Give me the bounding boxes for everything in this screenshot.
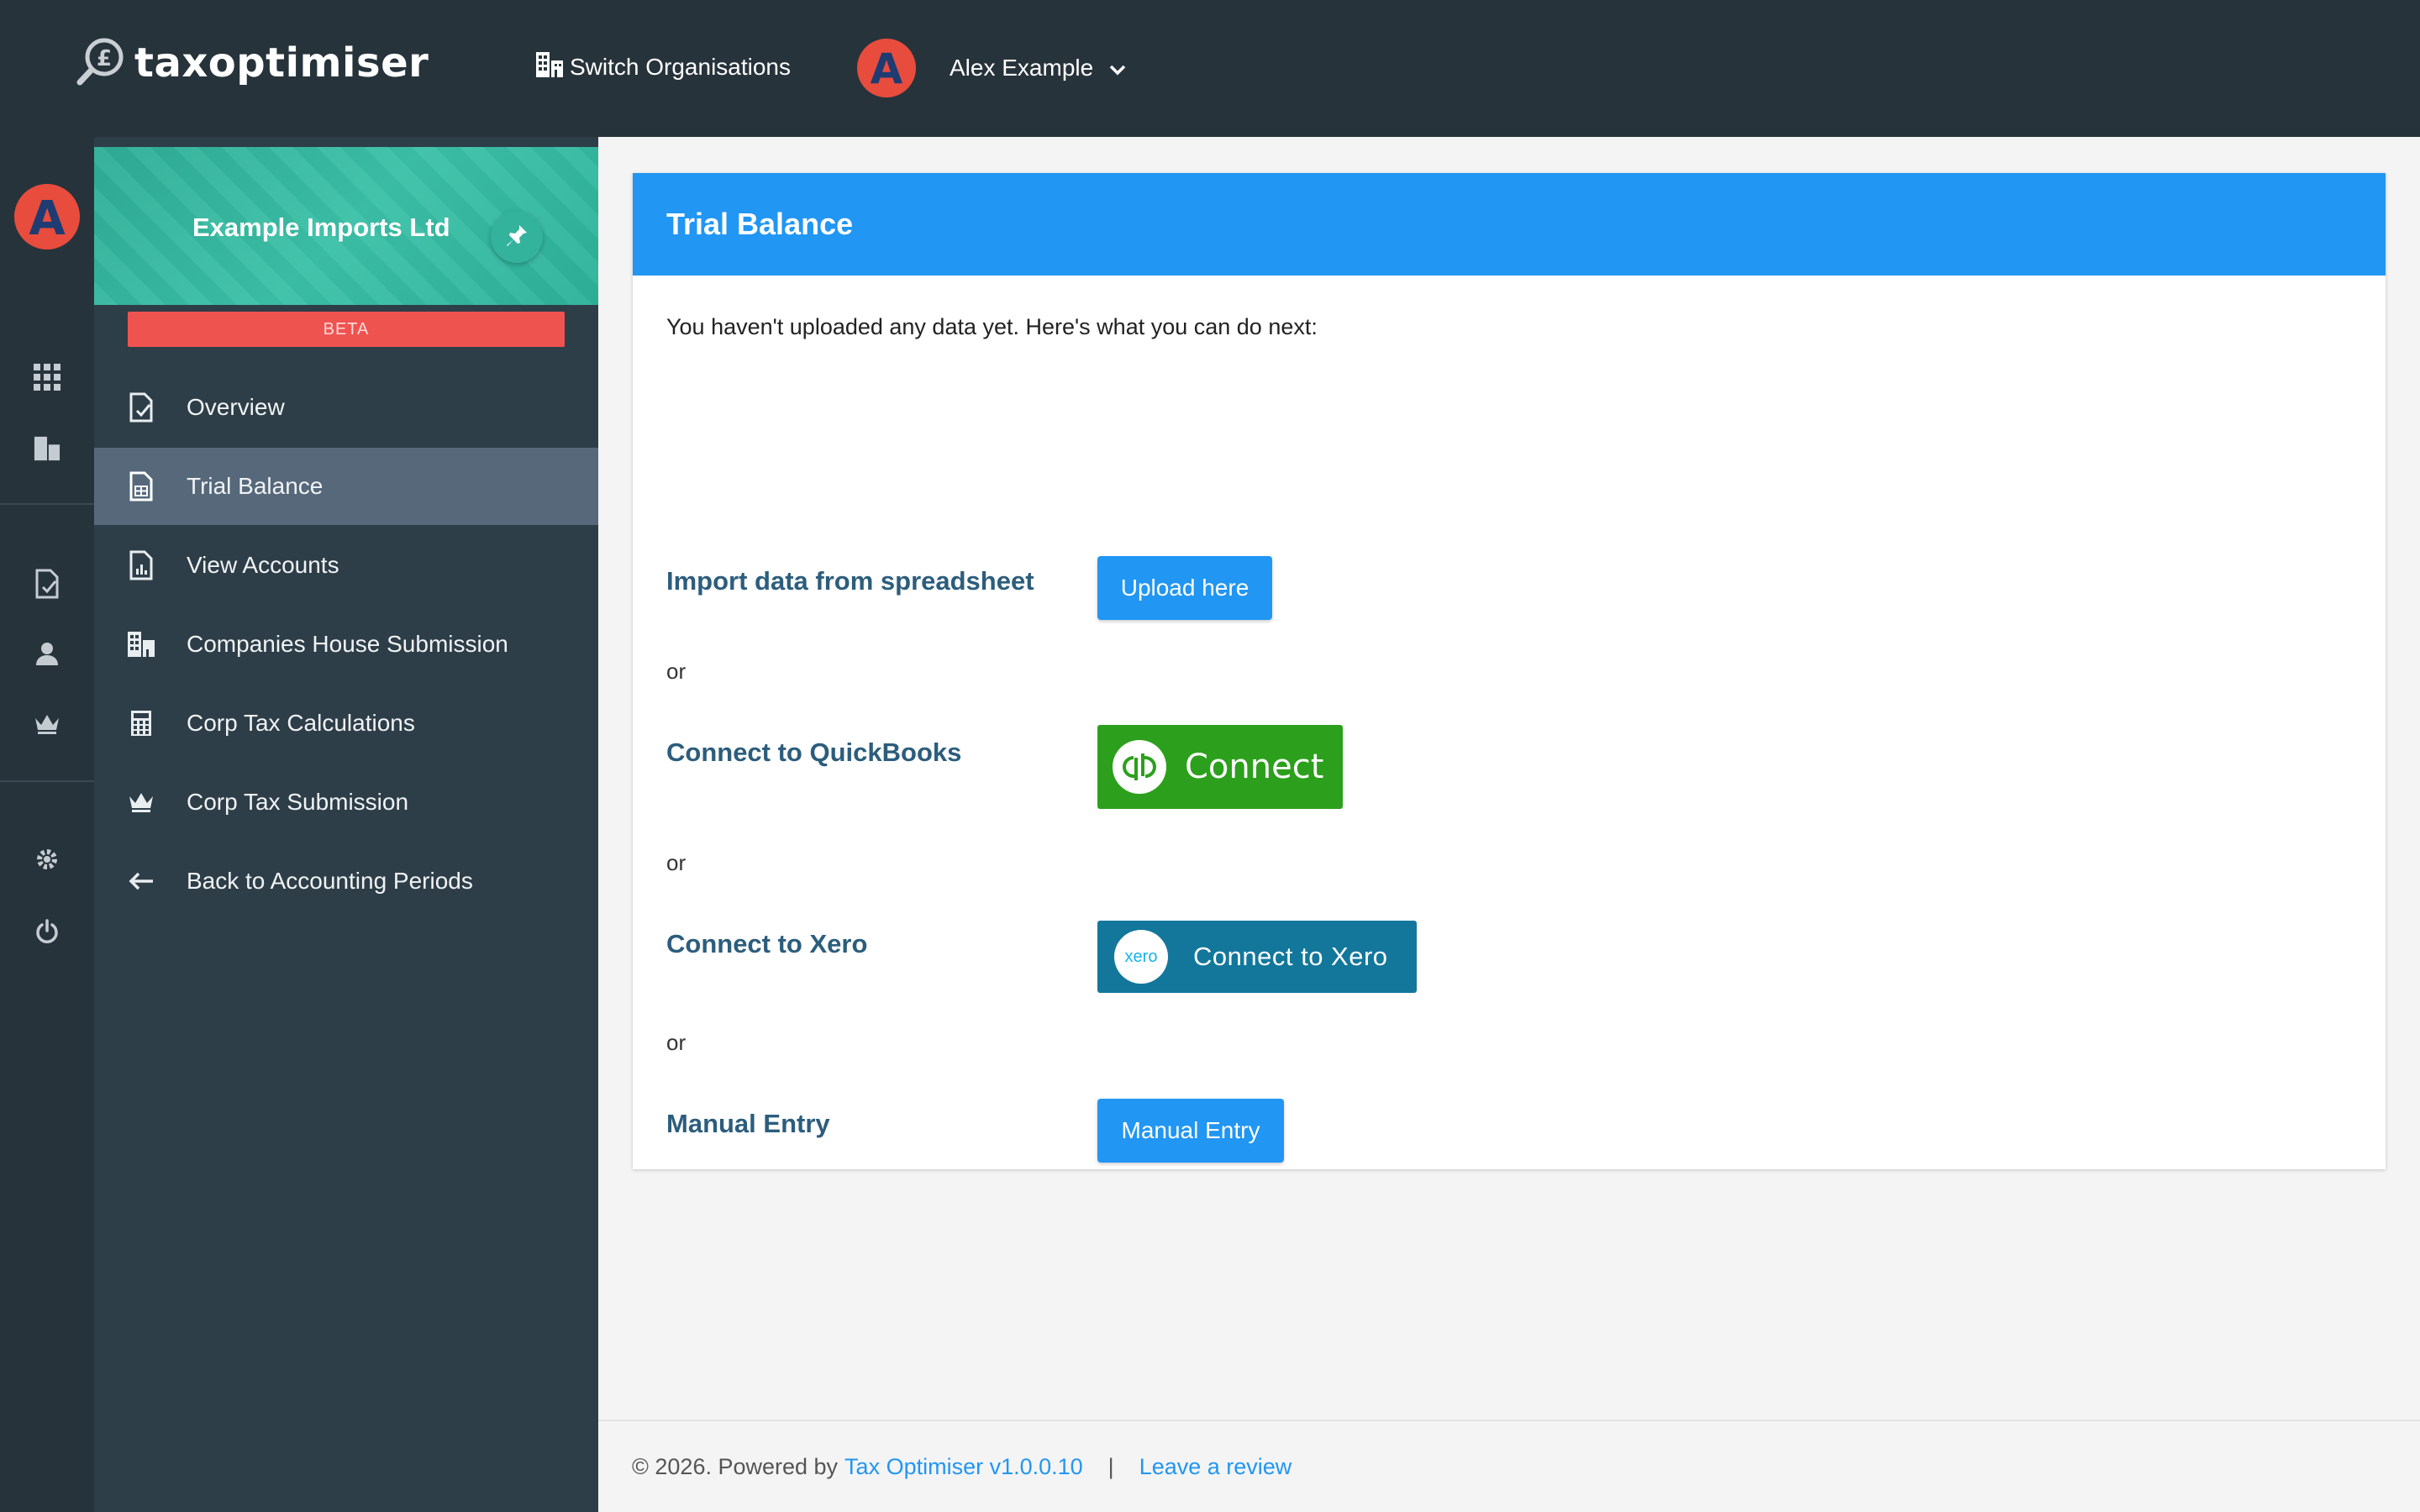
manual-entry-button[interactable]: Manual Entry xyxy=(1097,1099,1284,1163)
beta-badge: BETA xyxy=(128,312,565,347)
tax-optimiser-version-link[interactable]: Tax Optimiser v1.0.0.10 xyxy=(844,1454,1083,1480)
document-check-icon xyxy=(124,392,158,423)
copyright-text: © 2026. Powered by xyxy=(632,1453,839,1479)
building-icon xyxy=(534,50,570,85)
sidebar-item-overview[interactable]: Overview xyxy=(94,369,598,446)
switch-organisations-button[interactable]: Switch Organisations xyxy=(534,49,791,86)
building-icon[interactable] xyxy=(0,435,94,462)
xero-option-label: Connect to Xero xyxy=(666,929,868,958)
icon-rail: A xyxy=(0,137,94,1512)
or-separator: or xyxy=(666,850,687,875)
quickbooks-connect-label: Connect xyxy=(1185,748,1324,786)
organisation-name: Example Imports Ltd xyxy=(192,213,450,242)
user-menu[interactable]: A Alex Example xyxy=(857,39,1127,97)
main-content: Trial Balance You haven't uploaded any d… xyxy=(598,137,2420,1420)
xero-logo-icon: xero xyxy=(1114,930,1168,984)
sidebar-item-back-to-accounting-periods[interactable]: Back to Accounting Periods xyxy=(94,843,598,920)
sidebar-item-label: Overview xyxy=(187,394,285,420)
rail-divider xyxy=(0,780,94,782)
spreadsheet-icon xyxy=(124,471,158,501)
connect-to-xero-button[interactable]: xero Connect to Xero xyxy=(1097,921,1417,993)
or-separator: or xyxy=(666,1030,687,1055)
sidebar-item-view-accounts[interactable]: View Accounts xyxy=(94,527,598,604)
pin-button[interactable] xyxy=(491,211,543,263)
app-logo[interactable]: £ taxoptimiser xyxy=(76,34,429,92)
sidebar-item-corp-tax-calculations[interactable]: Corp Tax Calculations xyxy=(94,685,598,762)
sidebar-item-label: Trial Balance xyxy=(187,473,324,499)
rail-avatar[interactable]: A xyxy=(14,184,80,249)
manual-entry-option-label: Manual Entry xyxy=(666,1109,830,1138)
document-check-icon[interactable] xyxy=(0,569,94,599)
upload-here-button[interactable]: Upload here xyxy=(1097,556,1272,620)
report-chart-icon xyxy=(124,550,158,580)
avatar: A xyxy=(857,39,916,97)
quickbooks-option-label: Connect to QuickBooks xyxy=(666,738,962,767)
sidebar-item-label: Companies House Submission xyxy=(187,631,508,657)
connect-to-xero-label: Connect to Xero xyxy=(1193,942,1388,971)
gear-icon[interactable] xyxy=(0,846,94,873)
svg-text:A: A xyxy=(29,192,66,246)
top-navbar: £ taxoptimiser Switch Organisations A Al… xyxy=(0,0,2420,137)
arrow-left-icon xyxy=(124,871,158,891)
quickbooks-connect-button[interactable]: Connect xyxy=(1097,725,1343,809)
crown-icon[interactable] xyxy=(0,713,94,735)
person-icon[interactable] xyxy=(0,641,94,666)
page-title: Trial Balance xyxy=(666,207,854,241)
avatar-letter: A xyxy=(871,45,903,93)
sidebar-item-corp-tax-submission[interactable]: Corp Tax Submission xyxy=(94,764,598,841)
intro-text: You haven't uploaded any data yet. Here'… xyxy=(666,314,1318,339)
trial-balance-card: Trial Balance You haven't uploaded any d… xyxy=(633,173,2386,1169)
pound-magnifier-icon: £ xyxy=(76,35,128,92)
spreadsheet-option-label: Import data from spreadsheet xyxy=(666,566,1034,596)
card-header: Trial Balance xyxy=(633,173,2386,276)
apps-grid-icon[interactable] xyxy=(0,364,94,391)
calculator-icon xyxy=(124,709,158,738)
building-icon xyxy=(124,630,158,659)
logo-text: taxoptimiser xyxy=(134,39,429,87)
sidebar-item-label: Back to Accounting Periods xyxy=(187,868,473,894)
leave-a-review-link[interactable]: Leave a review xyxy=(1139,1454,1292,1480)
quickbooks-logo-icon xyxy=(1113,740,1166,794)
sidebar: Example Imports Ltd BETA Overview Trial … xyxy=(94,137,598,1512)
user-name: Alex Example xyxy=(950,55,1094,81)
footer: © 2026. Powered by Tax Optimiser v1.0.0.… xyxy=(598,1420,2420,1512)
organisation-header: Example Imports Ltd xyxy=(94,147,598,305)
svg-text:£: £ xyxy=(97,46,112,71)
sidebar-item-label: Corp Tax Submission xyxy=(187,789,409,815)
pin-icon xyxy=(504,223,529,252)
sidebar-item-companies-house-submission[interactable]: Companies House Submission xyxy=(94,606,598,683)
rail-divider xyxy=(0,503,94,505)
chevron-down-icon xyxy=(1108,55,1127,81)
sidebar-item-label: View Accounts xyxy=(187,552,339,578)
switch-organisations-label: Switch Organisations xyxy=(570,54,792,80)
or-separator: or xyxy=(666,659,687,684)
sidebar-item-trial-balance[interactable]: Trial Balance xyxy=(94,448,598,525)
power-icon[interactable] xyxy=(0,918,94,945)
crown-icon xyxy=(124,791,158,813)
footer-separator: | xyxy=(1107,1453,1114,1479)
sidebar-item-label: Corp Tax Calculations xyxy=(187,710,415,736)
